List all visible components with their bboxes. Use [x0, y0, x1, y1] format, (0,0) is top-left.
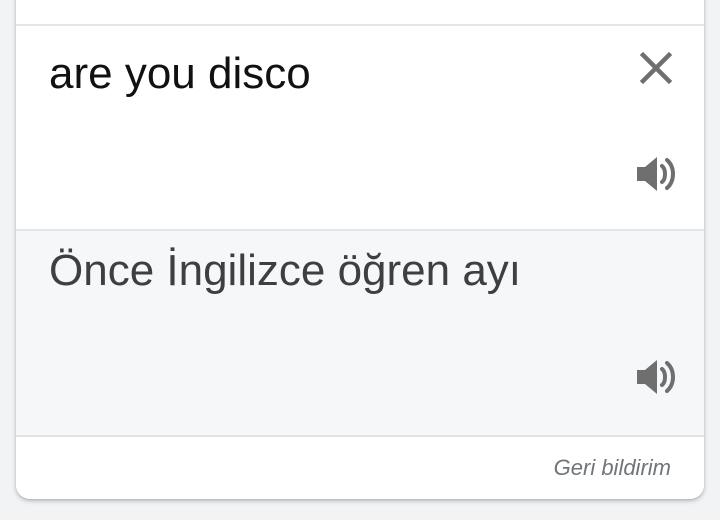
feedback-link[interactable]: Geri bildirim	[554, 454, 671, 482]
translation-card: are you disco Önce İngilizce öğren ayı G…	[16, 0, 704, 499]
volume-icon	[632, 360, 680, 404]
listen-translation-button[interactable]	[632, 353, 680, 401]
source-pane[interactable]: are you disco	[16, 26, 704, 231]
clear-button[interactable]	[634, 46, 678, 90]
card-footer: Geri bildirim	[16, 437, 704, 499]
volume-icon	[632, 157, 680, 201]
translation-pane: Önce İngilizce öğren ayı	[16, 231, 704, 437]
close-icon	[634, 51, 678, 93]
translation-text: Önce İngilizce öğren ayı	[49, 246, 522, 295]
card-top-strip	[16, 0, 704, 26]
listen-source-button[interactable]	[632, 150, 680, 198]
source-text[interactable]: are you disco	[49, 48, 311, 100]
